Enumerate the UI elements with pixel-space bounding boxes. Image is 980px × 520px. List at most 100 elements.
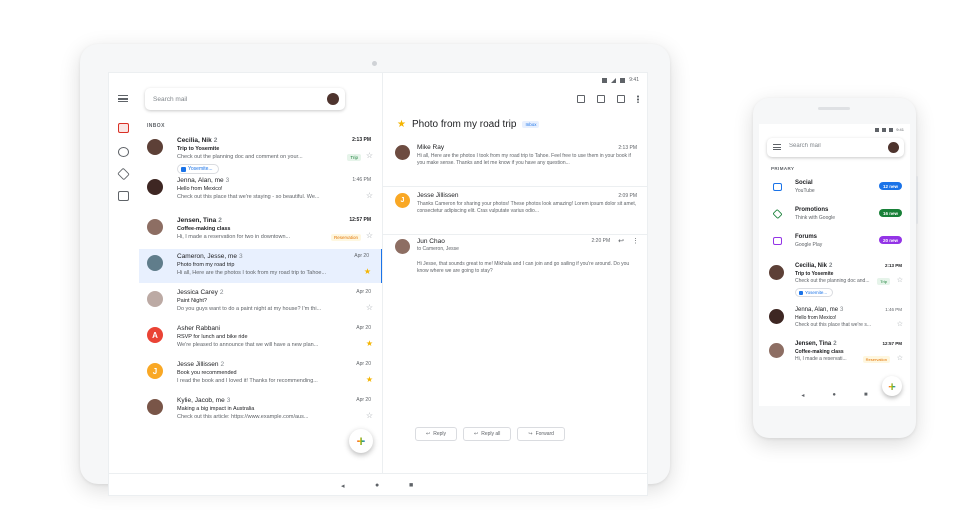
- thread-label[interactable]: Inbox: [522, 121, 540, 128]
- social-icon: [773, 183, 782, 191]
- list-item[interactable]: A Asher Rabbani RSVP for lunch and bike ri…: [139, 321, 382, 355]
- list-item[interactable]: Kylie, Jacob, me 3 Making a big impact in …: [139, 393, 382, 427]
- star-icon[interactable]: ☆: [366, 192, 373, 200]
- back-icon[interactable]: ◂: [341, 482, 345, 490]
- search-bar[interactable]: [145, 88, 345, 110]
- avatar: [147, 179, 163, 195]
- forward-button[interactable]: ↪ Forward: [517, 427, 565, 441]
- account-avatar[interactable]: [888, 142, 899, 153]
- menu-icon[interactable]: [118, 95, 128, 102]
- thread-count: 3: [225, 177, 230, 184]
- star-icon[interactable]: ☆: [366, 152, 373, 160]
- category-sender: Google Play: [795, 242, 823, 248]
- avatar: [147, 255, 163, 271]
- signal-icon: [882, 127, 887, 132]
- label-tag[interactable]: Reservation: [862, 356, 890, 363]
- people-icon[interactable]: [118, 147, 129, 157]
- inbox-icon[interactable]: [118, 123, 129, 133]
- message-subject: Coffee-making class: [177, 226, 231, 232]
- message-sender: Jesse Jillissen 2: [177, 361, 224, 368]
- search-input[interactable]: [789, 143, 879, 149]
- thread-message[interactable]: J Jesse Jillissen Thanks Cameron for sha…: [383, 189, 647, 235]
- list-item[interactable]: Jensen, Tina 2 Coffee-making class Hi, I ma…: [139, 213, 382, 247]
- list-item[interactable]: Cecilia, Nik 2 Trip to Yosemite Check out t…: [139, 133, 382, 174]
- folders-icon[interactable]: [118, 191, 129, 201]
- recents-icon[interactable]: ■: [864, 392, 868, 406]
- label-tag[interactable]: Trip: [877, 278, 890, 285]
- message-snippet: Check out this place that we're staying …: [177, 194, 320, 200]
- list-item[interactable]: Jessica Carey 2 Paint Night? Do you guys wa…: [139, 285, 382, 319]
- thread-message[interactable]: Mike Ray Hi all, Here are the photos I t…: [383, 141, 647, 187]
- account-avatar[interactable]: [327, 93, 339, 105]
- message-sender: Jenna, Alan, me 3: [795, 307, 843, 313]
- star-icon[interactable]: ★: [366, 376, 373, 384]
- new-count-badge: 16 new: [878, 209, 902, 217]
- message-subject: Book you recommended: [177, 370, 237, 376]
- label-tag[interactable]: Reservation: [330, 234, 361, 241]
- list-item[interactable]: J Jesse Jillissen 2 Book you recommended I r…: [139, 357, 382, 391]
- sender-names: Jensen, Tina: [795, 341, 832, 347]
- message-snippet: Hi all, Here are the photos I took from …: [417, 153, 631, 166]
- phone-side-button: [916, 176, 918, 224]
- star-icon[interactable]: ☆: [897, 276, 903, 284]
- thread-message-expanded: Jun Chao to Cameron, Jesse 2:20 PM ↩ ⋮ H…: [383, 235, 647, 295]
- recents-icon[interactable]: ■: [409, 482, 413, 489]
- message-time: 2:13 PM: [618, 145, 637, 151]
- list-item[interactable]: Jenna, Alan, me 3 Hello from Mexico! Check …: [759, 304, 910, 336]
- star-icon[interactable]: ☆: [897, 354, 903, 362]
- delete-icon[interactable]: [597, 95, 605, 103]
- avatar: [147, 291, 163, 307]
- star-icon[interactable]: ★: [364, 268, 371, 276]
- reply-all-label: Reply all: [481, 431, 501, 437]
- message-snippet: Check out the planning doc and...: [795, 278, 870, 284]
- message-tools: 2:20 PM ↩ ⋮: [592, 237, 640, 245]
- star-icon[interactable]: ☆: [366, 304, 373, 312]
- archive-icon[interactable]: [577, 95, 585, 103]
- doc-icon: [799, 290, 803, 295]
- more-vert-icon[interactable]: [637, 95, 639, 103]
- label-tag[interactable]: Trip: [347, 154, 361, 161]
- back-icon[interactable]: ◂: [801, 392, 804, 406]
- star-icon[interactable]: ☆: [366, 412, 373, 420]
- forums-icon: [773, 237, 782, 245]
- attachment-chip[interactable]: Yosemite...: [795, 288, 834, 297]
- home-icon[interactable]: ●: [832, 392, 836, 406]
- system-nav-bar: ◂ ● ■: [759, 388, 910, 406]
- mark-unread-icon[interactable]: [617, 95, 625, 103]
- list-item[interactable]: Jensen, Tina 2 Coffee-making class Hi, I ma…: [759, 338, 910, 370]
- list-item[interactable]: Jenna, Alan, me 3 Hello from Mexico! Check …: [139, 173, 382, 207]
- message-recipients[interactable]: to Cameron, Jesse: [417, 246, 459, 252]
- category-forums[interactable]: Forums Google Play 20 new: [759, 228, 910, 255]
- reply-icon[interactable]: ↩: [618, 237, 624, 245]
- home-icon[interactable]: ●: [375, 482, 379, 489]
- label-icon[interactable]: [117, 167, 130, 181]
- message-snippet: I read the book and I loved it! Thanks f…: [177, 378, 318, 384]
- battery-icon: [889, 127, 894, 132]
- search-input[interactable]: [153, 95, 313, 103]
- star-icon[interactable]: ★: [366, 340, 373, 348]
- reply-button[interactable]: ↩ Reply: [415, 427, 457, 441]
- more-vert-icon[interactable]: ⋮: [632, 237, 639, 245]
- category-social[interactable]: Social YouTube 12 new: [759, 174, 910, 201]
- avatar: [147, 399, 163, 415]
- menu-icon[interactable]: [773, 144, 781, 150]
- star-icon[interactable]: ☆: [366, 232, 373, 240]
- message-snippet: Check out this article: https://www.exam…: [177, 414, 309, 420]
- attachment-name: Yosemite...: [805, 290, 828, 295]
- reply-all-button[interactable]: ↩ Reply all: [463, 427, 512, 441]
- sender-names: Cameron, Jesse, me: [177, 253, 237, 260]
- message-time: Apr 20: [356, 397, 371, 403]
- search-bar[interactable]: [767, 138, 904, 157]
- category-sender: YouTube: [795, 188, 815, 194]
- star-icon[interactable]: ★: [397, 119, 406, 130]
- list-item[interactable]: Cecilia, Nik 2 Trip to Yosemite Check out t…: [759, 260, 910, 302]
- star-icon[interactable]: ☆: [897, 320, 903, 328]
- thread-count: 2: [829, 263, 833, 269]
- category-promotions[interactable]: Promotions Think with Google 16 new: [759, 201, 910, 228]
- list-item[interactable]: Cameron, Jesse, me 3 Photo from my road tr…: [139, 249, 382, 283]
- avatar: [147, 139, 163, 155]
- promotions-icon: [772, 208, 783, 220]
- phone-screen: 9:41 PRIMARY Social YouTube 12 new Promotio…: [759, 124, 910, 406]
- message-time: 2:09 PM: [618, 193, 637, 199]
- compose-button[interactable]: +: [349, 429, 373, 453]
